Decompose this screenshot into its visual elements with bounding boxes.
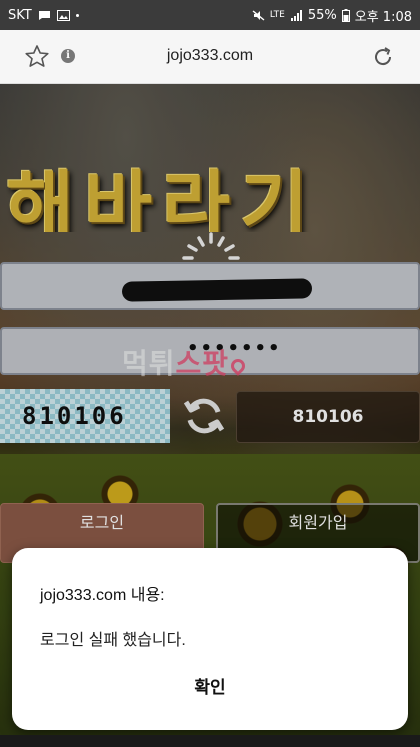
dialog-title: jojo333.com 내용: [40, 587, 165, 604]
dialog-ok-button[interactable]: 확인 [12, 666, 408, 710]
message-icon [38, 10, 50, 20]
notification-dot-icon [75, 13, 79, 17]
url-text[interactable]: jojo333.com [0, 47, 420, 65]
battery-percent: 55% [307, 7, 337, 23]
alert-dialog: jojo333.com 내용: 로그인 실패 했습니다. 확인 [12, 548, 408, 730]
dialog-message: 로그인 실패 했습니다. [40, 632, 186, 649]
clock: 오후 1:08 [354, 9, 412, 25]
browser-address-bar: i jojo333.com [0, 30, 420, 84]
status-bar: SKT LTE 55% 오후 1:08 [0, 0, 420, 30]
image-icon [56, 9, 70, 21]
navigation-bar [0, 735, 420, 747]
reload-icon[interactable] [370, 44, 396, 70]
network-type-label: LTE [269, 10, 285, 20]
battery-icon [341, 8, 350, 22]
mute-icon [252, 9, 265, 21]
carrier-label: SKT [8, 7, 32, 23]
signal-icon [290, 9, 302, 21]
